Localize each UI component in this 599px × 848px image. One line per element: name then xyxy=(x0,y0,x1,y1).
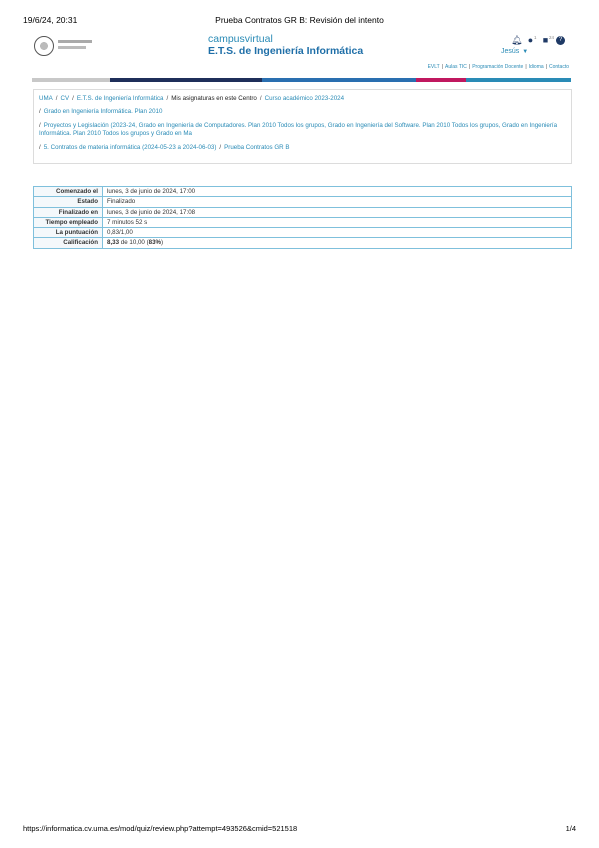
logo-text-bar xyxy=(58,46,86,49)
table-row: Tiempo empleado 7 minutos 52 s xyxy=(33,216,572,229)
row-label: Estado xyxy=(33,196,103,208)
color-bar-segment xyxy=(466,78,571,82)
color-bar-segment xyxy=(32,78,110,82)
chevron-down-icon: ▼ xyxy=(522,49,529,55)
breadcrumb: UMA / CV / E.T.S. de Ingeniería Informática /… xyxy=(33,89,572,164)
notifications-badge: 24 xyxy=(549,35,555,40)
row-value: lunes, 3 de junio de 2024, 17:00 xyxy=(102,185,572,198)
crumb-curso[interactable]: Curso académico 2023-2024 xyxy=(265,95,344,102)
notifications-icon[interactable]: ■ 24 xyxy=(541,35,554,45)
link-contacto[interactable]: Contacto xyxy=(549,64,569,70)
crumb-tema[interactable]: 5. Contratos de materia informática (202… xyxy=(44,144,217,151)
row-label: La puntuación xyxy=(33,227,103,239)
help-icon[interactable]: ? xyxy=(556,36,565,45)
table-row: La puntuación 0,83/1,00 xyxy=(33,227,572,239)
row-value: 7 minutos 52 s xyxy=(102,216,572,229)
row-value: Finalizado xyxy=(102,196,572,208)
user-area: 🔔︎ ● 1 ■ 24 ? Jesús ▼ xyxy=(485,34,567,64)
messages-badge: 1 xyxy=(534,35,537,40)
uma-logo[interactable] xyxy=(34,36,94,56)
attempt-summary-table: Comenzado el lunes, 3 de junio de 2024, … xyxy=(33,185,572,249)
row-value: 0,83/1,00 xyxy=(102,227,572,239)
crumb-centro[interactable]: E.T.S. de Ingeniería Informática xyxy=(77,95,164,102)
grade-percent: 83% xyxy=(148,239,162,247)
brand-line2: E.T.S. de Ingeniería Informática xyxy=(208,45,364,57)
table-row: Comenzado el lunes, 3 de junio de 2024, … xyxy=(33,185,572,198)
color-bar-segment xyxy=(110,78,262,82)
brand[interactable]: campusvirtual E.T.S. de Ingeniería Infor… xyxy=(208,33,364,58)
link-evlt[interactable]: EVLT xyxy=(428,64,440,70)
top-links: EVLT | Aulas TIC | Programación Docente | Idio… xyxy=(427,64,569,70)
crumb-cv[interactable]: CV xyxy=(60,95,69,102)
chat-icon[interactable]: ● 1 xyxy=(526,35,537,45)
color-bar-segment xyxy=(262,78,416,82)
logo-text-bar xyxy=(58,40,92,43)
link-idioma[interactable]: Idioma xyxy=(529,64,544,70)
table-row: Estado Finalizado xyxy=(33,196,572,208)
crumb-grado[interactable]: Grado en Ingeniería Informática. Plan 20… xyxy=(44,108,163,115)
user-name: Jesús xyxy=(501,48,520,55)
uma-seal-icon xyxy=(34,36,54,56)
color-bar xyxy=(32,78,571,82)
crumb-uma[interactable]: UMA xyxy=(39,95,53,102)
table-row: Finalizado en lunes, 3 de junio de 2024,… xyxy=(33,206,572,218)
link-programacion-docente[interactable]: Programación Docente xyxy=(472,64,523,70)
print-title: Prueba Contratos GR B: Revisión del inte… xyxy=(215,15,384,25)
print-page-number: 1/4 xyxy=(565,824,576,833)
row-label: Tiempo empleado xyxy=(33,216,103,229)
header-icons: 🔔︎ ● 1 ■ 24 ? xyxy=(511,35,565,45)
link-aulas-tic[interactable]: Aulas TIC xyxy=(445,64,467,70)
row-label: Comenzado el xyxy=(33,185,103,198)
color-bar-segment xyxy=(416,78,466,82)
crumb-mis-asignaturas: Mis asignaturas en este Centro xyxy=(171,95,257,102)
grade-end: ) xyxy=(161,239,164,247)
brand-line1: campusvirtual xyxy=(208,33,273,45)
print-footer: https://informatica.cv.uma.es/mod/quiz/r… xyxy=(23,824,576,836)
row-value: lunes, 3 de junio de 2024, 17:08 xyxy=(102,206,572,218)
user-menu[interactable]: Jesús ▼ xyxy=(501,48,528,55)
crumb-asignatura[interactable]: Proyectos y Legislación (2023-24, Grado … xyxy=(39,122,557,137)
crumb-prueba[interactable]: Prueba Contratos GR B xyxy=(224,144,289,151)
row-label: Finalizado en xyxy=(33,206,103,218)
grade-score: 8,33 xyxy=(107,239,120,247)
table-row: Calificación 8,33 de 10,00 (83%) xyxy=(33,237,572,249)
grade-value: 8,33 de 10,00 (83%) xyxy=(102,237,572,249)
site-header: campusvirtual E.T.S. de Ingeniería Infor… xyxy=(32,34,567,64)
bell-icon[interactable]: 🔔︎ xyxy=(511,36,522,45)
row-label: Calificación xyxy=(33,237,103,249)
print-url: https://informatica.cv.uma.es/mod/quiz/r… xyxy=(23,824,298,833)
print-header: 19/6/24, 20:31 Prueba Contratos GR B: Re… xyxy=(23,15,576,27)
grade-mid: de 10,00 ( xyxy=(120,239,149,247)
